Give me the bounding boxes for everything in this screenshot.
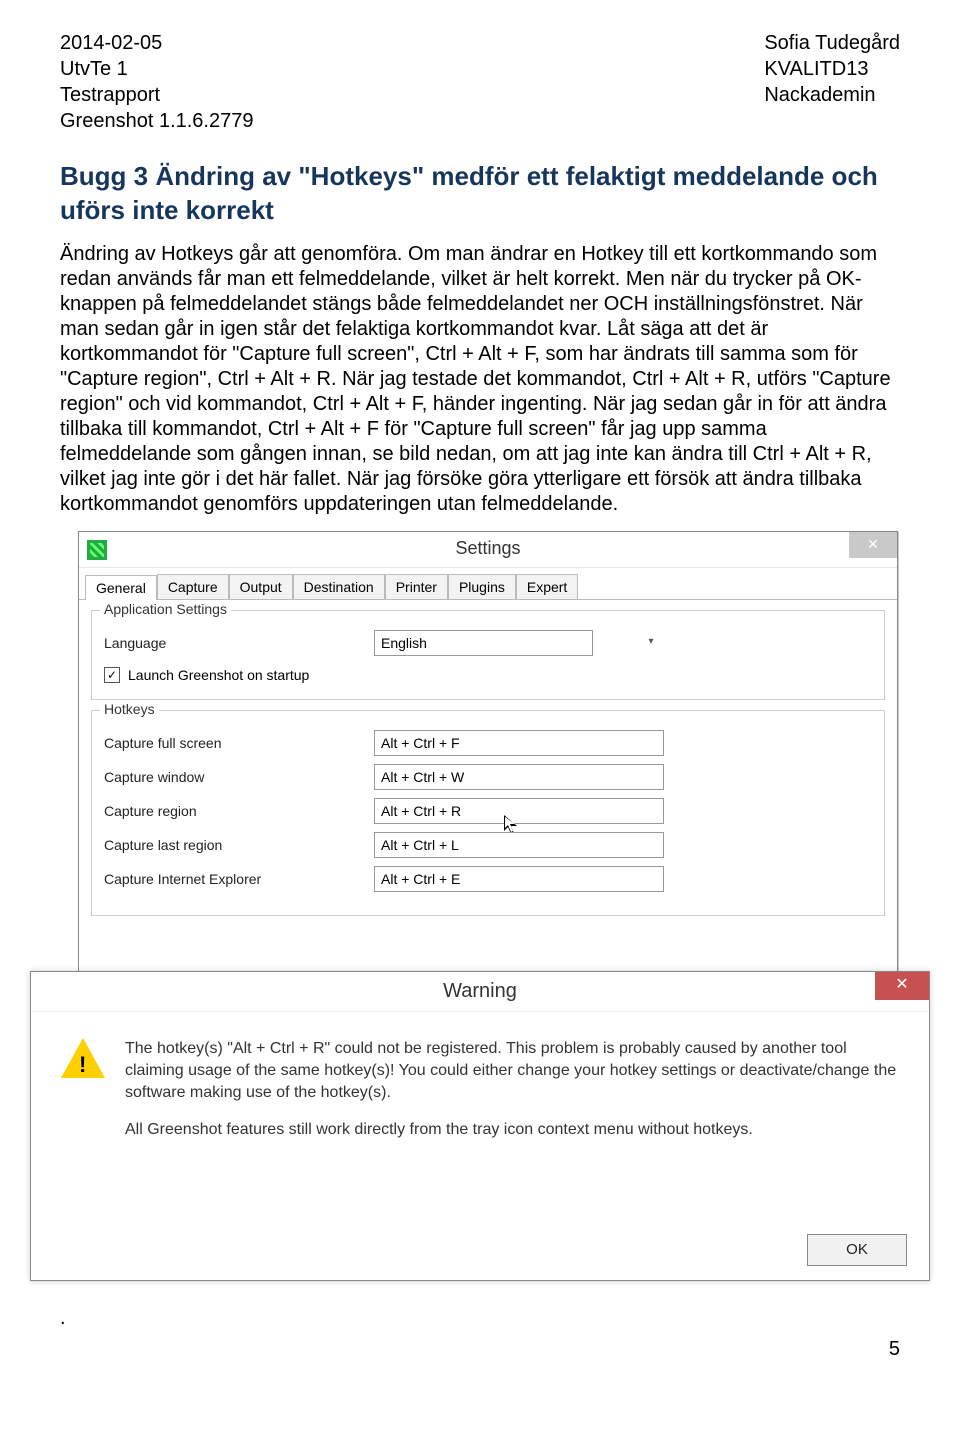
hdr-date: 2014-02-05: [60, 30, 253, 56]
chevron-down-icon[interactable]: ▾: [644, 634, 658, 650]
hotkey-full-screen[interactable]: [374, 730, 664, 756]
label-region: Capture region: [104, 803, 374, 819]
tab-printer[interactable]: Printer: [385, 574, 448, 599]
warning-p1: The hotkey(s) "Alt + Ctrl + R" could not…: [125, 1038, 899, 1105]
hotkey-window[interactable]: [374, 764, 664, 790]
tab-output[interactable]: Output: [229, 574, 293, 599]
group-hotkeys-legend: Hotkeys: [100, 701, 159, 717]
ok-button[interactable]: OK: [807, 1234, 907, 1266]
group-hotkeys: Hotkeys Capture full screen Capture wind…: [91, 710, 885, 916]
bug-description: Ändring av Hotkeys går att genomföra. Om…: [60, 242, 900, 517]
tab-general[interactable]: General: [85, 575, 157, 600]
doc-header: 2014-02-05 UtvTe 1 Testrapport Greenshot…: [60, 30, 900, 134]
warning-close-icon[interactable]: ✕: [875, 972, 929, 1000]
group-app-legend: Application Settings: [100, 601, 231, 617]
hdr-author: Sofia Tudegård: [764, 30, 900, 56]
hdr-app: Greenshot 1.1.6.2779: [60, 108, 253, 134]
label-last-region: Capture last region: [104, 837, 374, 853]
warning-triangle-icon: [61, 1038, 107, 1080]
bug-heading: Bugg 3 Ändring av "Hotkeys" medför ett f…: [60, 160, 900, 228]
group-app-settings: Application Settings Language ▾ ✓ Launch…: [91, 610, 885, 700]
label-full-screen: Capture full screen: [104, 735, 374, 751]
embedded-screenshot: Settings ✕ General Capture Output Destin…: [60, 531, 900, 1311]
startup-checkbox[interactable]: ✓: [104, 667, 120, 683]
tab-expert[interactable]: Expert: [516, 574, 578, 599]
warning-title: Warning: [31, 980, 929, 1003]
settings-tabs: General Capture Output Destination Print…: [79, 568, 897, 600]
settings-title: Settings: [79, 538, 897, 559]
hdr-class: KVALITD13: [764, 56, 900, 82]
tab-plugins[interactable]: Plugins: [448, 574, 516, 599]
label-language: Language: [104, 635, 374, 651]
warning-message: The hotkey(s) "Alt + Ctrl + R" could not…: [125, 1038, 899, 1156]
tab-destination[interactable]: Destination: [293, 574, 385, 599]
hdr-school: Nackademin: [764, 82, 900, 108]
tab-capture[interactable]: Capture: [157, 574, 229, 599]
label-ie: Capture Internet Explorer: [104, 871, 374, 887]
hdr-type: Testrapport: [60, 82, 253, 108]
warning-titlebar[interactable]: Warning ✕: [31, 972, 929, 1012]
warning-dialog: Warning ✕ The hotkey(s) "Alt + Ctrl + R"…: [30, 971, 930, 1281]
language-select[interactable]: [374, 630, 593, 656]
hdr-course: UtvTe 1: [60, 56, 253, 82]
page-number: 5: [60, 1338, 900, 1361]
hotkey-ie[interactable]: [374, 866, 664, 892]
settings-titlebar[interactable]: Settings ✕: [79, 532, 897, 568]
startup-checkbox-label: Launch Greenshot on startup: [128, 667, 309, 683]
hotkey-region[interactable]: [374, 798, 664, 824]
close-icon[interactable]: ✕: [849, 532, 897, 558]
label-window: Capture window: [104, 769, 374, 785]
hotkey-last-region[interactable]: [374, 832, 664, 858]
warning-p2: All Greenshot features still work direct…: [125, 1119, 899, 1141]
